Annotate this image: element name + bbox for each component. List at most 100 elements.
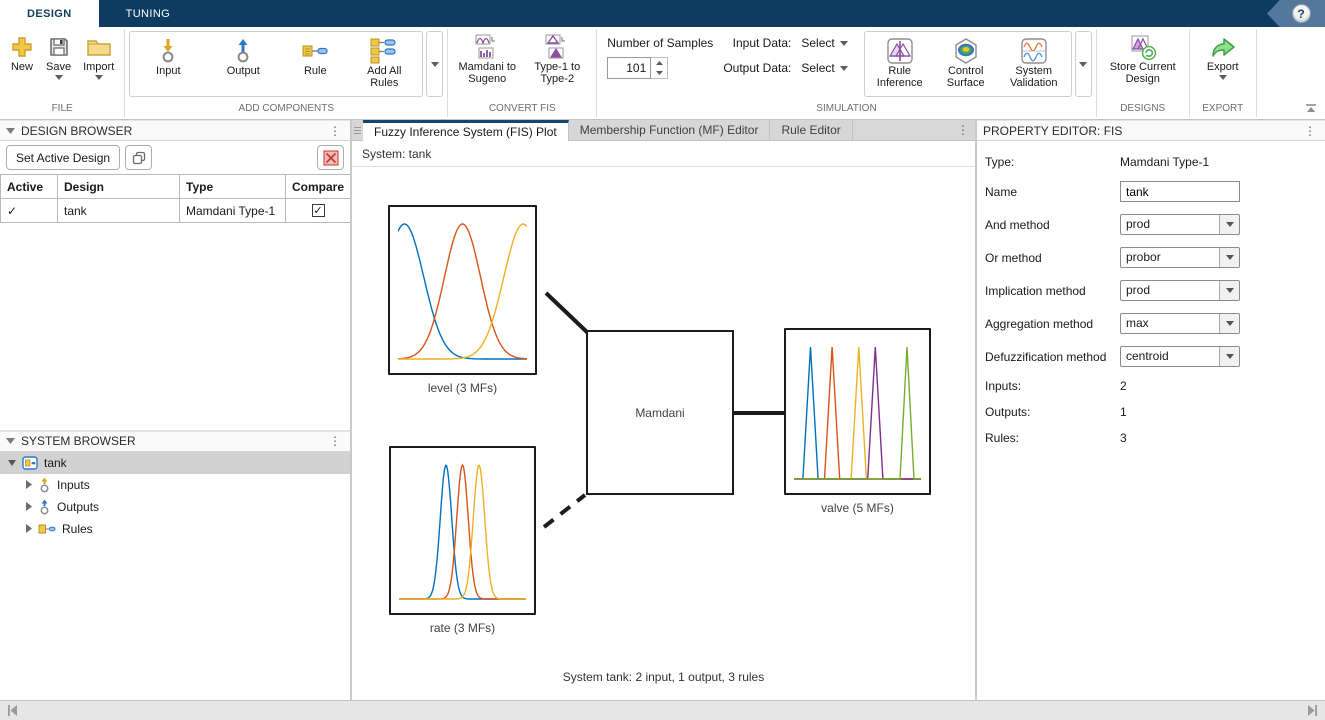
help-button[interactable]: ? bbox=[1292, 4, 1311, 23]
type1-to-type2-button[interactable]: Type-1 to Type-2 bbox=[522, 30, 592, 85]
fis-output-node-valve[interactable]: valve (5 MFs) bbox=[784, 328, 931, 515]
implication-method-dropdown[interactable]: prod bbox=[1120, 280, 1240, 301]
add-components-gallery: Input Output Rule bbox=[129, 31, 423, 97]
ribbon-tab-design[interactable]: DESIGN bbox=[0, 0, 99, 27]
tabstrip-grip[interactable] bbox=[352, 120, 363, 140]
delete-design-button[interactable] bbox=[317, 145, 344, 170]
dropdown-caret-button[interactable] bbox=[1219, 215, 1239, 234]
table-row[interactable]: ✓tankMamdani Type-1✓ bbox=[1, 199, 351, 223]
doc-tab-fuzzy-inference-system-fis-plot[interactable]: Fuzzy Inference System (FIS) Plot bbox=[363, 120, 569, 141]
fis-input-node-rate[interactable]: rate (3 MFs) bbox=[389, 446, 536, 635]
aggregation-method-dropdown[interactable]: max bbox=[1120, 313, 1240, 334]
rate-mf-plot[interactable] bbox=[389, 446, 536, 615]
rule-inference-button[interactable]: Rule Inference bbox=[867, 34, 933, 89]
collapse-toolstrip-button[interactable] bbox=[1305, 102, 1317, 116]
rate-node-label: rate (3 MFs) bbox=[389, 621, 536, 635]
table-header-compare[interactable]: Compare bbox=[286, 175, 351, 199]
mamdani-block[interactable]: Mamdani bbox=[586, 330, 734, 495]
system-browser-collapse-icon[interactable] bbox=[6, 438, 15, 444]
dropdown-caret-button[interactable] bbox=[1219, 347, 1239, 366]
left-panel: DESIGN BROWSER ⋮ Set Active Design Activ… bbox=[0, 120, 350, 700]
property-editor-menu-button[interactable]: ⋮ bbox=[1301, 126, 1319, 136]
import-button[interactable]: Import bbox=[77, 30, 120, 80]
dropdown-caret-button[interactable] bbox=[1219, 314, 1239, 333]
input-data-caret-icon bbox=[840, 41, 848, 46]
import-caret-icon[interactable] bbox=[95, 75, 103, 80]
copy-design-button[interactable] bbox=[125, 145, 152, 170]
collapse-left-panel-icon[interactable] bbox=[7, 705, 18, 716]
compare-checkbox[interactable]: ✓ bbox=[312, 204, 325, 217]
mamdani-to-sugeno-button[interactable]: Mamdani to Sugeno bbox=[452, 30, 522, 85]
expander-collapsed-icon[interactable] bbox=[26, 524, 32, 533]
property-editor-title: PROPERTY EDITOR: FIS bbox=[983, 124, 1295, 138]
number-of-samples-field[interactable]: 101 bbox=[607, 57, 651, 79]
defuzzification-method-dropdown[interactable]: centroid bbox=[1120, 346, 1240, 367]
save-caret-icon[interactable] bbox=[55, 75, 63, 80]
valve-mf-plot[interactable] bbox=[784, 328, 931, 495]
toolstrip: New Save Import FILE bbox=[0, 27, 1325, 120]
design-browser-collapse-icon[interactable] bbox=[6, 128, 15, 134]
table-header-type[interactable]: Type bbox=[180, 175, 286, 199]
table-header-active[interactable]: Active bbox=[1, 175, 58, 199]
document-tabs-menu-button[interactable]: ⋮ bbox=[954, 120, 975, 140]
copy-icon bbox=[132, 151, 146, 165]
new-label: New bbox=[11, 61, 33, 73]
caret-down-icon bbox=[1226, 288, 1234, 293]
collapse-right-panel-icon[interactable] bbox=[1307, 705, 1318, 716]
section-label-convert-fis: CONVERT FIS bbox=[452, 103, 592, 118]
input-data-select[interactable]: Select bbox=[801, 36, 847, 50]
expander-collapsed-icon[interactable] bbox=[26, 480, 32, 489]
system-label: System: tank bbox=[362, 147, 431, 161]
add-output-button[interactable]: Output bbox=[204, 34, 282, 77]
store-current-design-button[interactable]: Store Current Design bbox=[1101, 30, 1185, 85]
tree-item-rules[interactable]: Rules bbox=[0, 518, 350, 540]
tree-item-inputs[interactable]: Inputs bbox=[0, 474, 350, 496]
doc-tab-rule-editor[interactable]: Rule Editor bbox=[770, 120, 852, 140]
save-button[interactable]: Save bbox=[40, 30, 77, 80]
number-of-samples-spinner[interactable]: 101 bbox=[607, 57, 669, 79]
output-data-select[interactable]: Select bbox=[801, 61, 847, 75]
expander-expanded-icon[interactable] bbox=[8, 460, 16, 466]
tree-item-outputs[interactable]: Outputs bbox=[0, 496, 350, 518]
tree-item-tank[interactable]: tank bbox=[0, 452, 350, 474]
dropdown-caret-button[interactable] bbox=[1219, 281, 1239, 300]
table-header-design[interactable]: Design bbox=[58, 175, 180, 199]
add-rule-button[interactable]: Rule bbox=[282, 34, 348, 77]
import-label: Import bbox=[83, 61, 114, 73]
or-method-dropdown[interactable]: probor bbox=[1120, 247, 1240, 268]
dropdown-caret-button[interactable] bbox=[1219, 248, 1239, 267]
system-browser-menu-button[interactable]: ⋮ bbox=[326, 436, 344, 446]
design-browser-menu-button[interactable]: ⋮ bbox=[326, 126, 344, 136]
spinner-down-button[interactable] bbox=[651, 68, 667, 78]
add-all-rules-button[interactable]: Add All Rules bbox=[348, 34, 420, 89]
spinner-up-button[interactable] bbox=[651, 58, 667, 68]
new-icon bbox=[10, 33, 34, 61]
new-button[interactable]: New bbox=[4, 30, 40, 73]
control-surface-button[interactable]: Control Surface bbox=[933, 34, 999, 89]
name-field[interactable] bbox=[1120, 181, 1240, 202]
collapse-toolstrip-icon bbox=[1305, 103, 1317, 113]
system-validation-button[interactable]: System Validation bbox=[999, 34, 1069, 89]
export-button[interactable]: Export bbox=[1194, 30, 1252, 80]
section-designs: Store Current Design DESIGNS bbox=[1097, 27, 1189, 119]
simulation-gallery-dropdown[interactable] bbox=[1075, 31, 1092, 97]
level-mf-plot[interactable] bbox=[388, 205, 537, 375]
type1-to-type2-label: Type-1 to Type-2 bbox=[528, 61, 586, 85]
property-label: Or method bbox=[985, 251, 1120, 265]
document-tab-strip: Fuzzy Inference System (FIS) PlotMembers… bbox=[352, 120, 975, 141]
doc-tab-membership-function-mf-editor[interactable]: Membership Function (MF) Editor bbox=[569, 120, 771, 140]
expander-collapsed-icon[interactable] bbox=[26, 502, 32, 511]
caret-down-icon bbox=[1226, 321, 1234, 326]
and-method-dropdown[interactable]: prod bbox=[1120, 214, 1240, 235]
fis-input-node-level[interactable]: level (3 MFs) bbox=[388, 205, 537, 395]
design-browser-header: DESIGN BROWSER ⋮ bbox=[0, 120, 350, 141]
set-active-design-button[interactable]: Set Active Design bbox=[6, 145, 120, 170]
add-input-button[interactable]: Input bbox=[132, 34, 204, 77]
name-label: Name bbox=[985, 185, 1120, 199]
ribbon-tab-tuning[interactable]: TUNING bbox=[99, 0, 198, 27]
delete-x-icon bbox=[323, 150, 339, 166]
add-components-gallery-dropdown[interactable] bbox=[426, 31, 443, 97]
add-rule-label: Rule bbox=[304, 65, 327, 77]
export-caret-icon[interactable] bbox=[1219, 75, 1227, 80]
mamdani-to-sugeno-label: Mamdani to Sugeno bbox=[458, 61, 516, 85]
